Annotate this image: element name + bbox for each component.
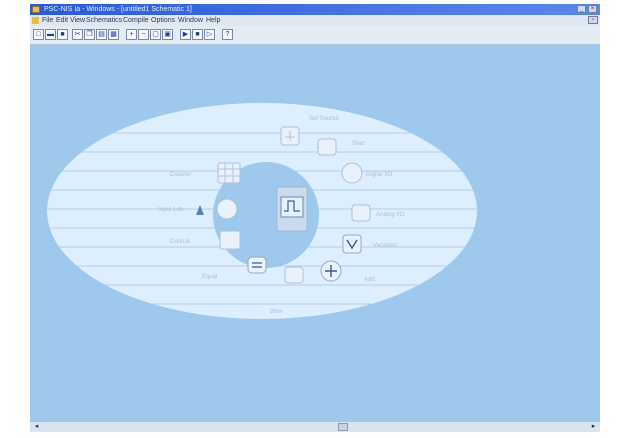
module-label-input-lab: Input Lab (158, 207, 184, 213)
wire-icon (284, 266, 304, 284)
module-label-add: Add (364, 277, 375, 283)
center-module[interactable] (276, 186, 308, 232)
screen-frame: PSC-NIS Ia - Windows - [untitled1 Schema… (0, 0, 620, 438)
module-label-wire: Wire (270, 309, 283, 315)
menu-help[interactable]: Help (206, 15, 220, 26)
open-folder-icon[interactable]: ▬ (45, 29, 56, 40)
cut-icon[interactable]: ✂ (72, 29, 83, 40)
minimize-icon[interactable]: _ (577, 5, 586, 13)
application-window: PSC-NIS Ia - Windows - [untitled1 Schema… (30, 4, 600, 432)
start-clock-icon (317, 138, 337, 156)
module-label-equal: Equal (202, 274, 217, 280)
menu-file[interactable]: File (42, 15, 53, 26)
module-label-set-source: Set Source (309, 116, 339, 122)
module-label-control: Control (170, 239, 189, 245)
analog-io-icon (351, 204, 371, 222)
digital-io-icon (341, 162, 363, 184)
document-icon (32, 17, 39, 24)
menu-view[interactable]: View (70, 15, 85, 26)
mdi-restore-icon[interactable]: ▫ (588, 16, 598, 24)
menu-bar: File Edit View Schematics Compile Option… (30, 15, 600, 26)
stop-icon[interactable]: ■ (192, 29, 203, 40)
copy-icon[interactable]: ❐ (84, 29, 95, 40)
menu-compile[interactable]: Compile (123, 15, 149, 26)
counter-grid-icon (217, 162, 241, 184)
menu-schematics[interactable]: Schematics (86, 15, 122, 26)
toolbar: □ ▬ ■ ✂ ❐ ▤ ▦ + − ▢ ▣ ▶ ■ ▷ ? (30, 26, 600, 45)
scroll-right-icon[interactable]: ▸ (589, 423, 598, 431)
step-icon[interactable]: ▷ (204, 29, 215, 40)
equal-icon (247, 256, 267, 274)
module-label-counter: Counter (170, 172, 191, 178)
window-title: PSC-NIS Ia - Windows - [untitled1 Schema… (44, 6, 192, 13)
menu-edit[interactable]: Edit (56, 15, 68, 26)
scroll-left-icon[interactable]: ◂ (32, 423, 41, 431)
module-label-analog-io: Analog I/O (376, 212, 405, 218)
new-file-icon[interactable]: □ (33, 29, 44, 40)
horizontal-scrollbar[interactable]: ◂ ▸ (30, 421, 600, 432)
app-system-icon[interactable] (32, 6, 40, 13)
scroll-thumb[interactable] (338, 423, 348, 431)
close-icon[interactable]: × (588, 5, 597, 13)
module-wheel: Set Source Start Digital I/O Analog I/O (47, 103, 477, 319)
zoom-area-icon[interactable]: ▣ (162, 29, 173, 40)
help-icon[interactable]: ? (222, 29, 233, 40)
control-icon (219, 230, 241, 250)
zoom-in-icon[interactable]: + (126, 29, 137, 40)
variables-icon (342, 234, 362, 254)
print-icon[interactable]: ▦ (108, 29, 119, 40)
zoom-fit-icon[interactable]: ▢ (150, 29, 161, 40)
schematic-workspace[interactable]: Set Source Start Digital I/O Analog I/O (30, 45, 600, 421)
paste-icon[interactable]: ▤ (96, 29, 107, 40)
save-icon[interactable]: ■ (57, 29, 68, 40)
module-label-start: Start (352, 141, 365, 147)
title-bar[interactable]: PSC-NIS Ia - Windows - [untitled1 Schema… (30, 4, 600, 15)
run-icon[interactable]: ▶ (180, 29, 191, 40)
zoom-out-icon[interactable]: − (138, 29, 149, 40)
input-lab-icon (216, 198, 238, 220)
module-label-digital-io: Digital I/O (366, 172, 393, 178)
module-label-variables: Variables (373, 243, 398, 249)
menu-window[interactable]: Window (178, 15, 203, 26)
menu-options[interactable]: Options (151, 15, 175, 26)
